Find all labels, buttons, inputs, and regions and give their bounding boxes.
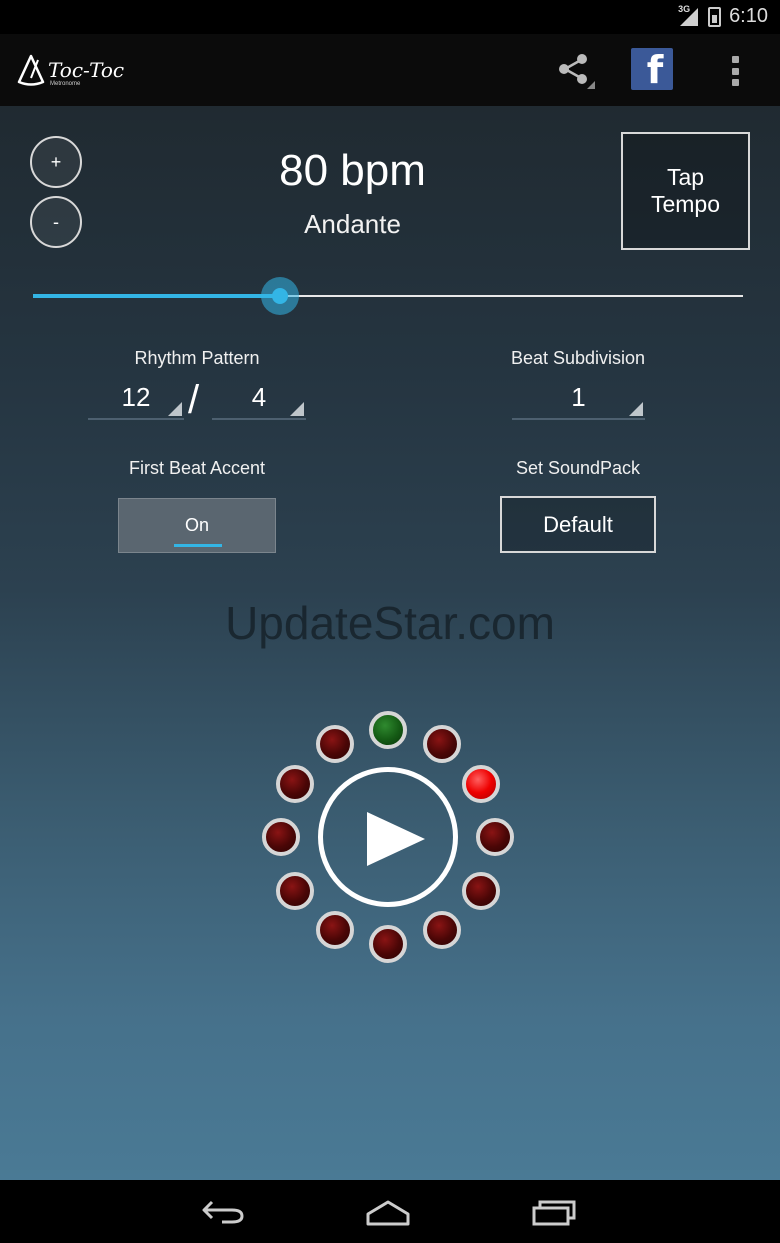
signal-icon: 3G	[678, 3, 700, 28]
beat-light	[276, 764, 315, 803]
metronome-logo-icon	[17, 54, 45, 86]
beat-light	[422, 910, 461, 949]
subdivision-value: 1	[571, 382, 586, 412]
action-bar: Toc-Toc Metronome f	[0, 34, 780, 106]
beats-per-measure-spinner[interactable]: 12	[88, 382, 184, 420]
battery-icon	[708, 6, 722, 27]
app-subtitle: Metronome	[50, 81, 81, 87]
navigation-bar	[0, 1180, 780, 1243]
soundpack-button[interactable]: Default	[500, 496, 656, 553]
note-value-spinner[interactable]: 4	[212, 382, 306, 420]
beats-value: 12	[121, 382, 151, 412]
app-title: Toc-Toc	[48, 58, 125, 82]
beat-subdivision-label: Beat Subdivision	[510, 348, 646, 368]
increase-label: +	[50, 151, 62, 172]
first-beat-accent-label: First Beat Accent	[128, 458, 266, 478]
slider-fill	[33, 294, 281, 298]
beat-light	[315, 725, 354, 764]
beat-light	[422, 725, 461, 764]
tap-line-1: Tap	[666, 164, 705, 190]
tap-line-2: Tempo	[650, 191, 721, 217]
rhythm-pattern-label: Rhythm Pattern	[134, 348, 260, 368]
facebook-letter: f	[646, 48, 664, 92]
toggle-state: On	[184, 515, 209, 535]
tempo-name: Andante	[304, 209, 401, 239]
status-bar: 3G 6:10	[0, 0, 780, 34]
watermark: UpdateStar.com	[225, 597, 555, 649]
metronome-panel: + - 80 bpm Andante Tap Tempo Rhythm Patt…	[0, 106, 780, 1180]
subdivision-spinner[interactable]: 1	[512, 382, 645, 420]
beat-light	[369, 711, 407, 749]
beat-light	[476, 818, 514, 856]
slider-thumb[interactable]	[272, 288, 289, 304]
share-icon[interactable]	[555, 53, 595, 89]
tempo-slider[interactable]	[33, 277, 743, 315]
note-value: 4	[251, 382, 267, 412]
beat-light	[315, 910, 354, 949]
tap-tempo-button[interactable]: Tap Tempo	[621, 132, 750, 250]
facebook-icon[interactable]: f	[631, 48, 673, 90]
beat-light	[262, 818, 300, 856]
beat-light	[276, 871, 315, 910]
first-beat-accent-toggle[interactable]: On	[118, 498, 276, 553]
rhythm-separator: /	[188, 378, 200, 422]
play-button[interactable]	[318, 767, 458, 907]
home-icon[interactable]	[364, 1196, 412, 1233]
beat-light	[461, 871, 500, 910]
status-time: 6:10	[729, 5, 768, 27]
toggle-indicator	[174, 544, 222, 547]
beat-light	[461, 764, 500, 803]
soundpack-value: Default	[543, 511, 613, 537]
set-soundpack-label: Set SoundPack	[515, 458, 641, 478]
decrease-label: -	[53, 211, 59, 232]
network-type: 3G	[678, 3, 691, 14]
beat-light	[369, 925, 407, 963]
status-indicators: 3G 6:10	[678, 3, 768, 28]
app-logo: Toc-Toc Metronome	[16, 48, 124, 92]
overflow-menu-icon[interactable]	[724, 54, 746, 88]
decrease-tempo-button[interactable]: -	[30, 196, 82, 248]
play-icon	[367, 812, 425, 866]
bpm-readout: 80 bpm	[279, 146, 426, 195]
back-icon[interactable]	[200, 1196, 246, 1233]
increase-tempo-button[interactable]: +	[30, 136, 82, 188]
recents-icon[interactable]	[530, 1196, 578, 1233]
